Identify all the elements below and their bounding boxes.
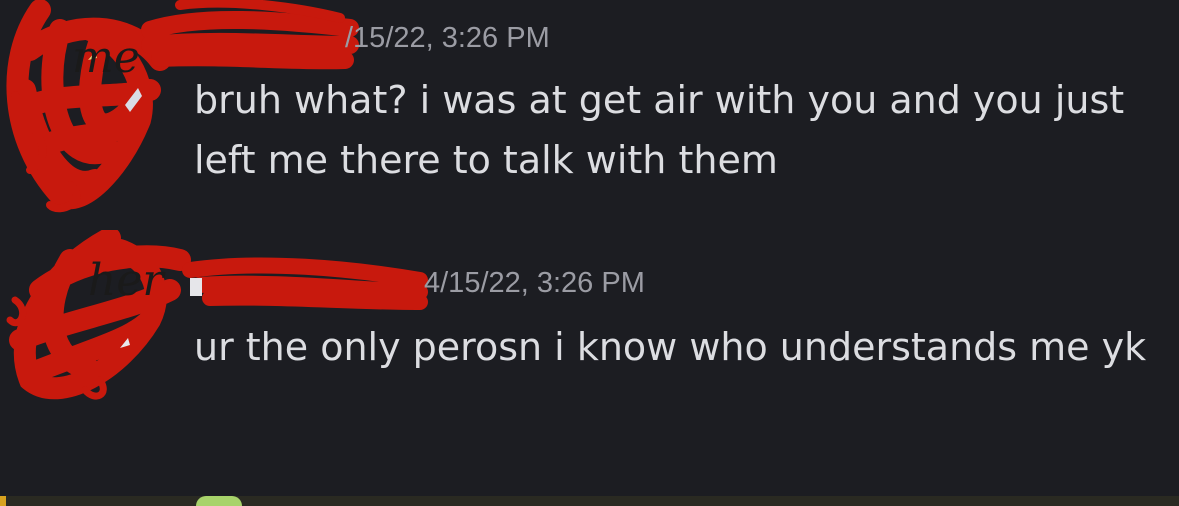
next-message-peek (0, 496, 1179, 506)
message-text: ur the only perosn i know who understand… (194, 325, 1147, 369)
message-timestamp: /15/22, 3:26 PM (345, 22, 550, 54)
message-timestamp: 4/15/22, 3:26 PM (424, 267, 645, 299)
annotation-label: her (88, 255, 166, 306)
unread-indicator (0, 496, 6, 506)
chat-message: her 4/15/22, 3:26 PM ur the only perosn … (0, 230, 1179, 492)
message-text: bruh what? i was at get air with you and… (194, 78, 1137, 182)
annotation-label: me (72, 32, 140, 83)
avatar[interactable] (196, 496, 242, 506)
chat-message: me /15/22, 3:26 PM bruh what? i was at g… (0, 0, 1179, 230)
